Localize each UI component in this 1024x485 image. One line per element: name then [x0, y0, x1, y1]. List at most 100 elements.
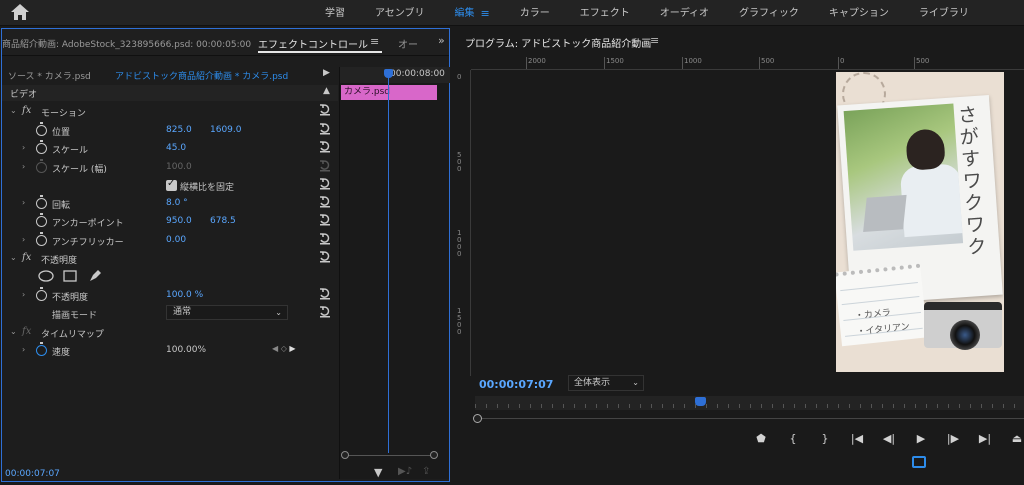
workspace-tab-assembly[interactable]: アセンブリ: [360, 0, 440, 26]
tab-audio-mixer[interactable]: オー: [398, 36, 418, 51]
pen-mask-icon[interactable]: [88, 269, 102, 283]
workspace-tab-audio[interactable]: オーディオ: [645, 0, 724, 26]
param-label: 描画モード: [52, 311, 98, 321]
timeline-ruler[interactable]: 00:00:08:00: [340, 67, 450, 83]
reset-icon[interactable]: [319, 214, 331, 226]
reset-icon[interactable]: [319, 104, 331, 116]
expand-toggle-icon[interactable]: ⌄: [10, 106, 17, 115]
speed-value[interactable]: 100.00%: [166, 345, 206, 355]
add-marker-button[interactable]: ⬟: [745, 430, 777, 448]
source-clip-label[interactable]: ソース * カメラ.psd: [8, 69, 91, 82]
scale-value[interactable]: 45.0: [166, 143, 186, 153]
step-forward-button[interactable]: |▶: [937, 430, 969, 448]
rotation-value[interactable]: 8.0 °: [166, 198, 188, 208]
zoom-scroll-handle[interactable]: [473, 414, 482, 423]
show-timeline-icon[interactable]: ▶: [323, 68, 330, 78]
compare-view-icon[interactable]: [912, 456, 926, 468]
fx-icon[interactable]: fx: [22, 105, 31, 116]
playhead-handle[interactable]: [384, 69, 393, 78]
expand-toggle-icon[interactable]: ⌄: [10, 253, 17, 262]
scroll-handle-left[interactable]: [341, 451, 349, 459]
expand-toggle-icon[interactable]: ›: [22, 198, 25, 207]
workspace-tab-color[interactable]: カラー: [505, 0, 565, 26]
sequence-clip-label[interactable]: アドビストック商品紹介動画 * カメラ.psd: [115, 69, 288, 82]
note-rule: [840, 282, 918, 292]
stopwatch-icon[interactable]: [36, 140, 47, 154]
filter-icon[interactable]: ▼: [374, 466, 382, 479]
blend-mode-select[interactable]: 通常 ⌄: [166, 305, 288, 320]
reset-icon[interactable]: [319, 196, 331, 208]
expand-toggle-icon[interactable]: ›: [22, 143, 25, 152]
go-to-in-button[interactable]: |◀: [841, 430, 873, 448]
expand-toggle-icon[interactable]: ›: [22, 345, 25, 354]
stopwatch-icon[interactable]: [36, 342, 47, 356]
video-preview[interactable]: さがすワクワク ・カメラ ・イタリアン: [836, 72, 1004, 372]
fx-icon[interactable]: fx: [22, 252, 31, 263]
position-y-value[interactable]: 1609.0: [210, 125, 242, 135]
playhead-handle[interactable]: [695, 397, 706, 406]
rectangle-mask-icon[interactable]: [63, 270, 77, 282]
expand-toggle-icon[interactable]: ›: [22, 290, 25, 299]
stopwatch-icon[interactable]: [36, 213, 47, 227]
zoom-scrollbar[interactable]: [345, 455, 435, 456]
ruler-tick: [914, 57, 915, 69]
scroll-up-icon[interactable]: ▲: [323, 86, 330, 96]
reset-icon[interactable]: [319, 306, 331, 318]
export-icon[interactable]: ⇪: [422, 466, 430, 477]
playhead-line[interactable]: [388, 73, 389, 453]
stopwatch-icon[interactable]: [36, 232, 47, 246]
mark-out-button[interactable]: }: [809, 430, 841, 448]
reset-icon[interactable]: [319, 141, 331, 153]
workspace-menu-icon[interactable]: ≡: [481, 6, 490, 21]
scroll-handle-right[interactable]: [430, 451, 438, 459]
uniform-scale-checkbox[interactable]: [166, 178, 177, 191]
workspace-tab-learn[interactable]: 学習: [310, 0, 360, 26]
audio-icon[interactable]: ▶♪: [398, 466, 412, 477]
workspace-tab-graphics[interactable]: グラフィック: [724, 0, 814, 26]
clip-bar[interactable]: カメラ.psd: [341, 85, 437, 100]
zoom-scrollbar[interactable]: [482, 418, 1024, 419]
workspace-tab-captions[interactable]: キャプション: [814, 0, 904, 26]
workspace-tab-libraries[interactable]: ライブラリ: [904, 0, 984, 26]
step-back-button[interactable]: ◀|: [873, 430, 905, 448]
program-timecode[interactable]: 00:00:07:07: [479, 378, 553, 391]
photo-image: [843, 103, 964, 251]
zoom-select[interactable]: 全体表示 ⌄: [568, 375, 644, 391]
opacity-value[interactable]: 100.0 %: [166, 290, 203, 300]
reset-icon[interactable]: [319, 251, 331, 263]
expand-toggle-icon[interactable]: ⌄: [10, 327, 17, 336]
anchor-y-value[interactable]: 678.5: [210, 216, 236, 226]
scrub-ticks: [475, 404, 1024, 408]
reset-icon[interactable]: [319, 178, 331, 190]
video-label: ビデオ: [10, 90, 38, 100]
ellipse-mask-icon[interactable]: [38, 270, 54, 282]
position-x-value[interactable]: 825.0: [166, 125, 192, 135]
antiflicker-value[interactable]: 0.00: [166, 235, 186, 245]
play-button[interactable]: ▶: [905, 430, 937, 448]
camera-lens: [950, 320, 980, 350]
effect-controls-timeline[interactable]: 00:00:08:00 カメラ.psd: [339, 67, 450, 479]
home-icon[interactable]: [10, 3, 30, 21]
source-sequence-row: ソース * カメラ.psd アドビストック商品紹介動画 * カメラ.psd ▶: [2, 67, 338, 83]
reset-icon[interactable]: [319, 288, 331, 300]
mark-in-button[interactable]: {: [777, 430, 809, 448]
workspace-tab-editing[interactable]: 編集 ≡: [440, 0, 505, 26]
panel-menu-icon[interactable]: ≡: [650, 34, 659, 47]
stopwatch-icon[interactable]: [36, 287, 47, 301]
panel-menu-icon[interactable]: ≡: [370, 35, 379, 48]
tab-effect-controls[interactable]: エフェクトコントロール: [258, 36, 382, 53]
go-to-out-button[interactable]: ▶|: [969, 430, 1001, 448]
keyframe-navigator[interactable]: ◀ ◇ ▶: [272, 344, 312, 356]
lift-button[interactable]: ⏏: [1001, 430, 1024, 448]
stopwatch-icon[interactable]: [36, 122, 47, 136]
uniform-scale-label: 縦横比を固定: [180, 183, 235, 193]
current-timecode[interactable]: 00:00:07:07: [5, 469, 60, 479]
overflow-tabs-icon[interactable]: »: [438, 34, 445, 47]
expand-toggle-icon[interactable]: ›: [22, 235, 25, 244]
stopwatch-icon[interactable]: [36, 195, 47, 209]
anchor-x-value[interactable]: 950.0: [166, 216, 192, 226]
reset-icon[interactable]: [319, 123, 331, 135]
workspace-tab-effects[interactable]: エフェクト: [565, 0, 645, 26]
program-scrub-bar[interactable]: [475, 396, 1024, 410]
reset-icon[interactable]: [319, 233, 331, 245]
